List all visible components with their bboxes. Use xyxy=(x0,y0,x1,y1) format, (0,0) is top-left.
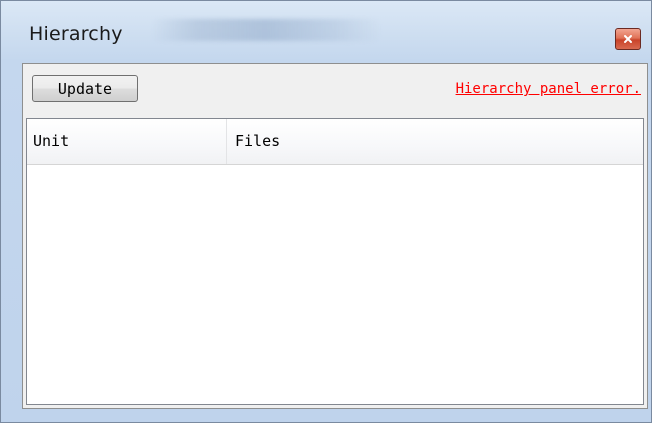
title-bar-glass xyxy=(151,19,381,41)
hierarchy-window: Hierarchy Update Hierarchy panel error. … xyxy=(0,0,652,423)
column-header-files[interactable]: Files xyxy=(227,119,643,164)
close-icon xyxy=(623,34,633,44)
update-button[interactable]: Update xyxy=(32,75,138,102)
list-body[interactable] xyxy=(27,165,643,404)
column-header-unit[interactable]: Unit xyxy=(27,119,227,164)
close-button[interactable] xyxy=(615,28,641,50)
hierarchy-list[interactable]: Unit Files xyxy=(26,118,644,405)
error-link[interactable]: Hierarchy panel error. xyxy=(456,81,641,97)
list-header: Unit Files xyxy=(27,119,643,165)
title-bar[interactable]: Hierarchy xyxy=(1,1,651,57)
hierarchy-panel: Update Hierarchy panel error. Unit Files xyxy=(22,63,648,409)
window-title: Hierarchy xyxy=(29,23,123,45)
